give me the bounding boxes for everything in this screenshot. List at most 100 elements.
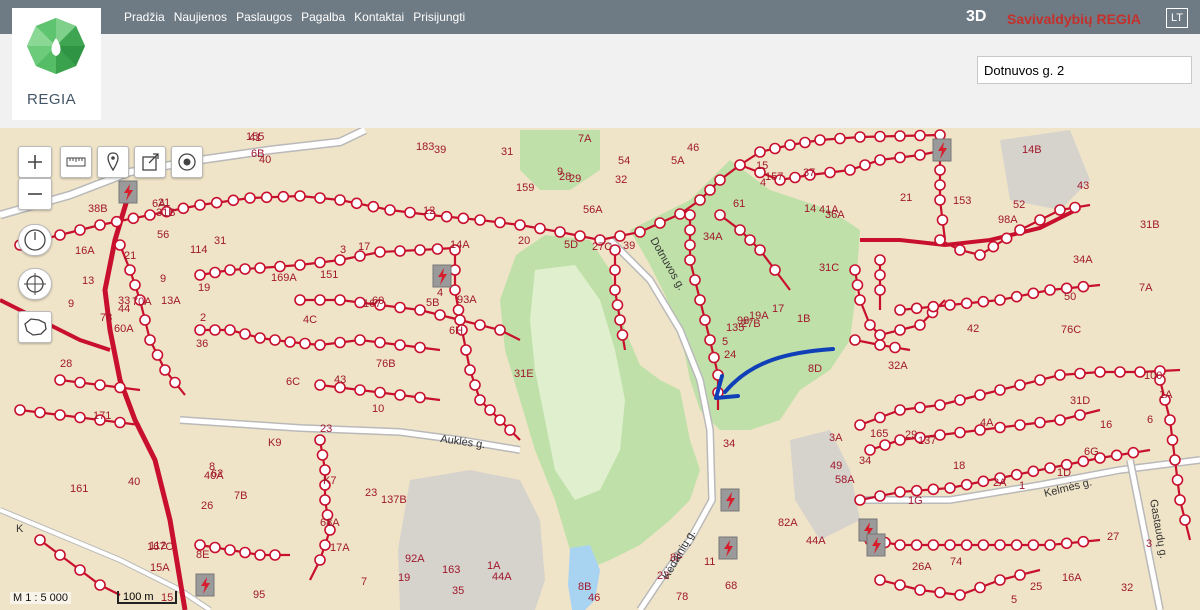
network-node[interactable]: [1014, 379, 1026, 391]
network-node[interactable]: [54, 409, 66, 421]
network-node[interactable]: [1054, 414, 1066, 426]
network-node[interactable]: [914, 129, 926, 142]
network-node[interactable]: [1027, 465, 1040, 478]
network-node[interactable]: [224, 264, 236, 276]
network-node[interactable]: [144, 209, 156, 221]
network-node[interactable]: [254, 549, 266, 561]
export-button[interactable]: [134, 146, 166, 178]
network-node[interactable]: [269, 549, 281, 561]
network-node[interactable]: [769, 142, 781, 155]
network-node[interactable]: [927, 539, 940, 551]
network-node[interactable]: [977, 475, 990, 488]
network-node[interactable]: [874, 574, 886, 586]
network-node[interactable]: [34, 534, 46, 546]
network-node[interactable]: [74, 224, 86, 236]
network-node[interactable]: [1034, 214, 1046, 226]
network-node[interactable]: [114, 381, 126, 394]
network-node[interactable]: [394, 245, 406, 257]
network-node[interactable]: [110, 215, 123, 228]
network-node[interactable]: [224, 544, 236, 556]
network-node[interactable]: [504, 424, 516, 436]
network-node[interactable]: [277, 190, 290, 203]
nav-item-paslaugos[interactable]: Paslaugos: [236, 10, 292, 24]
network-node[interactable]: [894, 539, 906, 551]
network-node[interactable]: [874, 154, 886, 166]
network-node[interactable]: [994, 294, 1006, 306]
network-node[interactable]: [431, 243, 444, 255]
network-node[interactable]: [1010, 468, 1023, 481]
network-node[interactable]: [854, 131, 866, 143]
network-node[interactable]: [1074, 367, 1086, 380]
network-node[interactable]: [844, 164, 856, 176]
network-node[interactable]: [954, 244, 966, 256]
network-node[interactable]: [1077, 535, 1090, 548]
network-node[interactable]: [874, 490, 886, 502]
network-node[interactable]: [910, 302, 923, 315]
network-node[interactable]: [294, 294, 306, 306]
network-node[interactable]: [694, 294, 706, 306]
network-node[interactable]: [960, 478, 973, 491]
substation-lightning-icon[interactable]: [195, 573, 215, 597]
network-node[interactable]: [708, 351, 720, 364]
network-node[interactable]: [294, 259, 306, 271]
network-node[interactable]: [484, 404, 496, 416]
network-node[interactable]: [859, 159, 871, 171]
network-node[interactable]: [94, 379, 106, 391]
map-layer[interactable]: 114112135137B373941A40323631B31C955D7B93…: [0, 128, 1200, 610]
network-node[interactable]: [944, 539, 956, 551]
network-node[interactable]: [1164, 414, 1176, 426]
network-node[interactable]: [1110, 449, 1123, 462]
network-node[interactable]: [404, 206, 416, 219]
network-node[interactable]: [864, 444, 876, 456]
network-node[interactable]: [874, 329, 886, 341]
network-node[interactable]: [1010, 539, 1023, 551]
network-node[interactable]: [944, 299, 956, 311]
network-node[interactable]: [851, 279, 864, 291]
network-node[interactable]: [849, 264, 861, 276]
network-node[interactable]: [414, 341, 426, 354]
network-node[interactable]: [159, 364, 171, 376]
network-node[interactable]: [1027, 287, 1040, 300]
network-node[interactable]: [209, 266, 221, 279]
network-node[interactable]: [314, 554, 326, 566]
network-node[interactable]: [894, 304, 906, 316]
network-node[interactable]: [224, 324, 236, 336]
network-node[interactable]: [914, 149, 926, 161]
network-node[interactable]: [936, 214, 949, 226]
network-node[interactable]: [1027, 539, 1040, 551]
network-node[interactable]: [894, 130, 906, 142]
network-node[interactable]: [464, 364, 476, 376]
network-node[interactable]: [314, 294, 326, 306]
language-switch[interactable]: LT: [1166, 8, 1188, 28]
network-node[interactable]: [894, 151, 906, 164]
network-node[interactable]: [894, 404, 906, 416]
network-node[interactable]: [914, 319, 926, 331]
network-node[interactable]: [384, 204, 396, 216]
network-node[interactable]: [854, 419, 866, 431]
network-node[interactable]: [374, 336, 386, 349]
network-node[interactable]: [319, 539, 331, 551]
network-node[interactable]: [934, 586, 946, 599]
network-node[interactable]: [54, 374, 66, 386]
network-node[interactable]: [889, 341, 901, 354]
network-node[interactable]: [974, 581, 986, 594]
network-node[interactable]: [834, 132, 846, 145]
network-node[interactable]: [194, 199, 206, 211]
network-node[interactable]: [139, 314, 151, 326]
network-node[interactable]: [227, 194, 240, 207]
network-node[interactable]: [1034, 416, 1046, 429]
network-node[interactable]: [334, 194, 346, 206]
network-node[interactable]: [334, 254, 346, 266]
network-node[interactable]: [210, 196, 223, 209]
network-node[interactable]: [534, 222, 546, 235]
network-node[interactable]: [714, 174, 726, 186]
network-node[interactable]: [1044, 284, 1056, 296]
network-node[interactable]: [350, 197, 363, 210]
network-node[interactable]: [914, 584, 926, 596]
network-node[interactable]: [684, 209, 696, 221]
pin-button[interactable]: [97, 146, 129, 178]
network-node[interactable]: [609, 264, 621, 276]
network-node[interactable]: [1166, 434, 1179, 446]
network-node[interactable]: [294, 190, 306, 202]
network-node[interactable]: [94, 219, 106, 231]
